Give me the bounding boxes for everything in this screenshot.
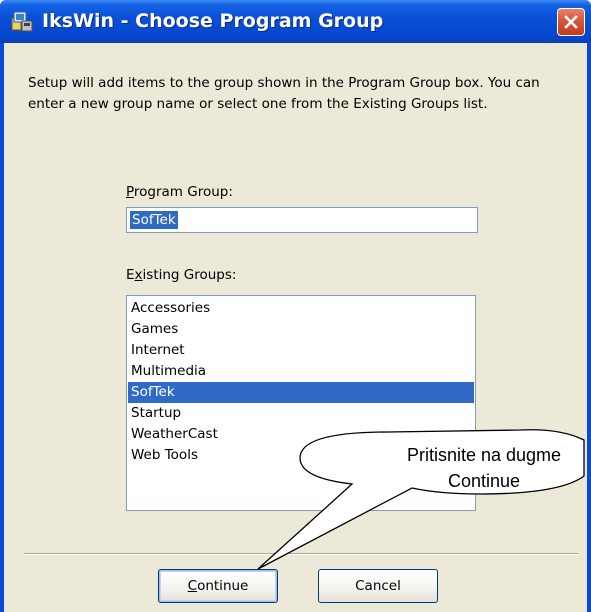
continue-button[interactable]: Continue [158, 569, 278, 603]
setup-app-icon [10, 9, 34, 33]
cancel-button[interactable]: Cancel [318, 569, 438, 603]
callout-line-2: Continue [447, 471, 521, 491]
description-text: Setup will add items to the group shown … [28, 75, 540, 112]
callout-text: Pritisnite na dugme Continue [384, 442, 584, 494]
continue-label: ontinue [197, 578, 249, 594]
existing-groups-label-prefix: E [126, 267, 135, 283]
close-button[interactable] [557, 8, 585, 36]
button-separator [24, 553, 578, 555]
list-item-games[interactable]: Games [128, 319, 474, 340]
title-bar[interactable]: IksWin - Choose Program Group [0, 0, 591, 43]
list-item-softek[interactable]: SofTek [128, 382, 474, 403]
list-item-multimedia[interactable]: Multimedia [128, 361, 474, 382]
close-icon [564, 15, 578, 29]
program-group-label-text: rogram Group: [133, 184, 233, 200]
window-title: IksWin - Choose Program Group [42, 10, 384, 32]
list-item-startup[interactable]: Startup [128, 403, 474, 424]
existing-groups-label-text: isting Groups: [142, 267, 237, 283]
list-item-accessories[interactable]: Accessories [128, 298, 474, 319]
existing-groups-label: Existing Groups: [126, 267, 236, 283]
continue-mnemonic: C [187, 578, 198, 594]
program-group-value: SofTek [130, 211, 178, 229]
program-group-input[interactable]: SofTek [126, 207, 478, 233]
callout-line-1: Pritisnite na dugme [406, 445, 562, 465]
program-group-label-mnemonic: P [126, 184, 134, 200]
existing-groups-label-mnemonic: x [134, 267, 143, 283]
dialog-body: Setup will add items to the group shown … [4, 43, 587, 612]
dialog-window: IksWin - Choose Program Group Setup will… [0, 0, 591, 612]
program-group-label: Program Group: [126, 184, 233, 200]
list-item-internet[interactable]: Internet [128, 340, 474, 361]
